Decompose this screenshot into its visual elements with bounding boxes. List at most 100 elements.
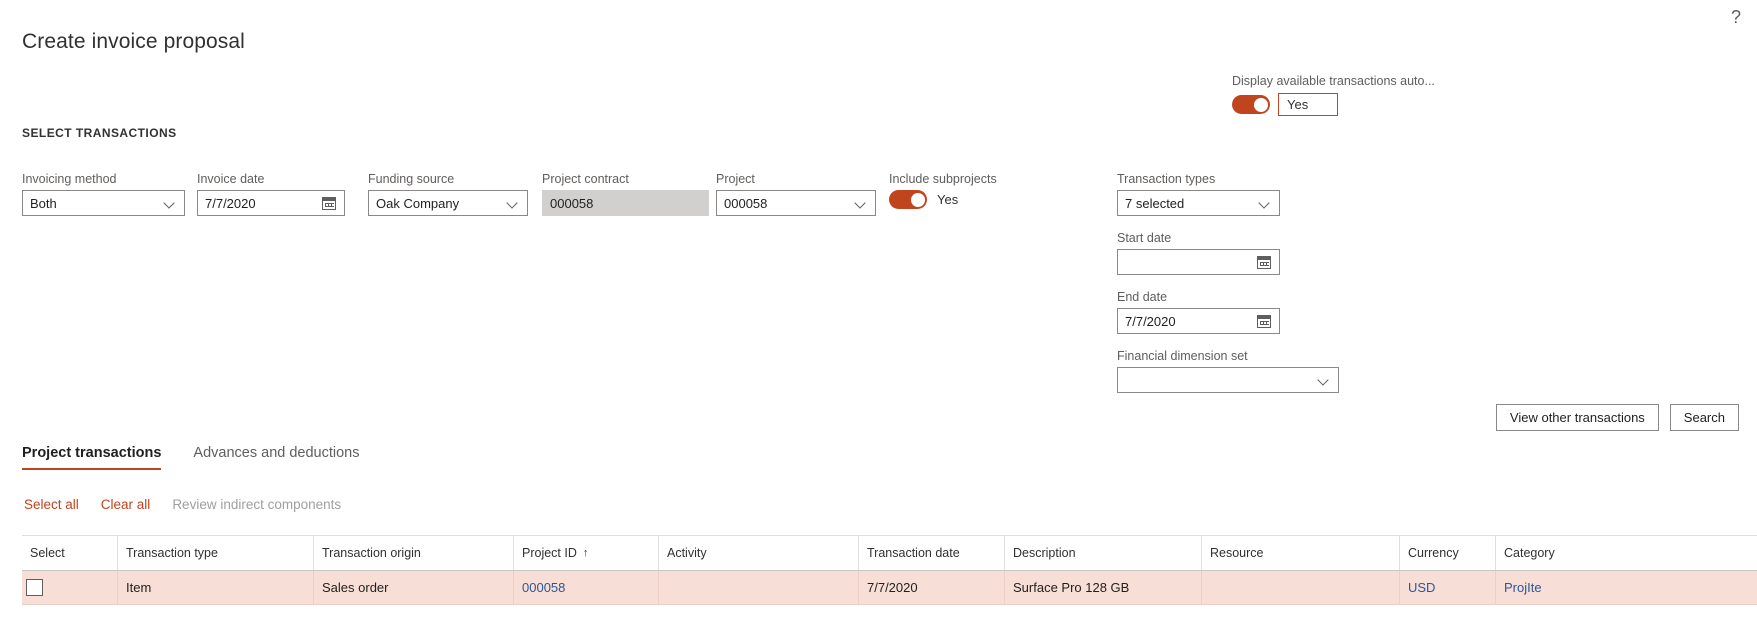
invoicing-method-value: Both [30,195,57,211]
review-indirect-components-link: Review indirect components [172,497,342,512]
chevron-down-icon[interactable] [1318,374,1331,387]
calendar-icon[interactable] [322,196,336,210]
invoicing-method-label: Invoicing method [22,172,117,186]
start-date-label: Start date [1117,231,1172,245]
column-header-transaction-type-label: Transaction type [126,546,218,560]
search-actions: View other transactions Search [1495,404,1739,431]
row-transaction-type: Item [117,571,313,604]
start-date-field: Start date [1117,231,1280,275]
project-value: 000058 [724,195,768,211]
row-description: Surface Pro 128 GB [1004,571,1201,604]
project-contract-label: Project contract [542,172,629,186]
row-currency[interactable]: USD [1399,571,1495,604]
financial-dimension-set-select[interactable] [1117,367,1339,393]
end-date-label: End date [1117,290,1168,304]
tab-advances-and-deductions[interactable]: Advances and deductions [193,445,359,470]
column-header-transaction-date-label: Transaction date [867,546,960,560]
column-header-resource-label: Resource [1210,546,1264,560]
start-date-input[interactable] [1117,249,1280,275]
transaction-types-value: 7 selected [1125,195,1185,211]
row-select-checkbox[interactable] [26,579,43,596]
page-title: Create invoice proposal [22,30,245,53]
invoice-date-label: Invoice date [197,172,265,186]
project-field: Project 000058 [716,172,876,216]
chevron-down-icon[interactable] [1259,197,1272,210]
display-available-transactions-auto-value[interactable]: Yes [1278,93,1338,116]
calendar-icon[interactable] [1257,255,1271,269]
include-subprojects-label: Include subprojects [889,172,997,186]
column-header-transaction-type[interactable]: Transaction type [117,536,313,570]
row-transaction-origin: Sales order [313,571,513,604]
column-header-currency[interactable]: Currency [1399,536,1495,570]
column-header-project-id-label: Project ID [522,546,577,560]
funding-source-select[interactable]: Oak Company [368,190,528,216]
display-available-transactions-auto-toggle[interactable] [1232,95,1270,114]
grid-body: Item Sales order 000058 7/7/2020 Surface… [22,571,1757,605]
toggle-knob-icon [910,192,925,207]
end-date-input[interactable]: 7/7/2020 [1117,308,1280,334]
invoice-date-input[interactable]: 7/7/2020 [197,190,345,216]
select-all-link[interactable]: Select all [24,497,79,512]
transaction-types-field: Transaction types 7 selected [1117,172,1280,216]
row-select-cell[interactable] [22,571,117,604]
tab-project-transactions[interactable]: Project transactions [22,445,162,470]
invoice-date-value: 7/7/2020 [205,195,256,211]
toggle-knob-icon [1253,97,1268,112]
project-contract-input: 000058 [542,190,709,216]
display-available-transactions-auto-field: Display available transactions auto... Y… [1232,74,1452,116]
column-header-category[interactable]: Category [1495,536,1555,570]
column-header-description-label: Description [1013,546,1076,560]
project-transactions-grid: Select Transaction type Transaction orig… [22,535,1757,605]
funding-source-label: Funding source [368,172,455,186]
funding-source-field: Funding source Oak Company [368,172,528,216]
search-button[interactable]: Search [1669,404,1739,431]
column-header-select[interactable]: Select [22,536,117,570]
column-header-transaction-origin[interactable]: Transaction origin [313,536,513,570]
financial-dimension-set-label: Financial dimension set [1117,349,1248,363]
sort-ascending-icon: ↑ [582,547,589,559]
transactions-tablist: Project transactions Advances and deduct… [22,445,360,470]
column-header-activity[interactable]: Activity [658,536,858,570]
display-available-transactions-auto-label: Display available transactions auto... [1232,74,1435,88]
help-icon[interactable]: ? [1725,6,1747,28]
include-subprojects-value: Yes [937,192,959,207]
project-label: Project [716,172,755,186]
invoice-date-field: Invoice date 7/7/2020 [197,172,345,216]
funding-source-value: Oak Company [376,195,460,211]
transaction-types-select[interactable]: 7 selected [1117,190,1280,216]
column-header-transaction-date[interactable]: Transaction date [858,536,1004,570]
grid-header-row: Select Transaction type Transaction orig… [22,536,1757,571]
column-header-transaction-origin-label: Transaction origin [322,546,421,560]
row-category[interactable]: ProjIte [1495,571,1555,604]
financial-dimension-set-field: Financial dimension set [1117,349,1339,393]
row-transaction-date: 7/7/2020 [858,571,1004,604]
invoicing-method-field: Invoicing method Both [22,172,185,216]
project-contract-field: Project contract 000058 [542,172,709,216]
column-header-select-label: Select [30,546,65,560]
table-row[interactable]: Item Sales order 000058 7/7/2020 Surface… [22,571,1757,605]
invoicing-method-select[interactable]: Both [22,190,185,216]
column-header-resource[interactable]: Resource [1201,536,1399,570]
end-date-value: 7/7/2020 [1125,313,1176,329]
calendar-icon[interactable] [1257,314,1271,328]
select-transactions-section-title: SELECT TRANSACTIONS [22,126,177,140]
chevron-down-icon[interactable] [507,197,520,210]
include-subprojects-field: Include subprojects Yes [889,172,1049,209]
end-date-field: End date 7/7/2020 [1117,290,1280,334]
grid-toolbar: Select all Clear all Review indirect com… [24,497,341,512]
column-header-description[interactable]: Description [1004,536,1201,570]
row-resource [1201,571,1399,604]
clear-all-link[interactable]: Clear all [101,497,151,512]
column-header-currency-label: Currency [1408,546,1459,560]
include-subprojects-toggle[interactable] [889,190,927,209]
chevron-down-icon[interactable] [164,197,177,210]
transaction-types-label: Transaction types [1117,172,1216,186]
project-select[interactable]: 000058 [716,190,876,216]
column-header-project-id[interactable]: Project ID ↑ [513,536,658,570]
column-header-category-label: Category [1504,546,1555,560]
column-header-activity-label: Activity [667,546,707,560]
view-other-transactions-button[interactable]: View other transactions [1495,404,1659,431]
row-project-id[interactable]: 000058 [513,571,658,604]
row-activity [658,571,858,604]
chevron-down-icon[interactable] [855,197,868,210]
